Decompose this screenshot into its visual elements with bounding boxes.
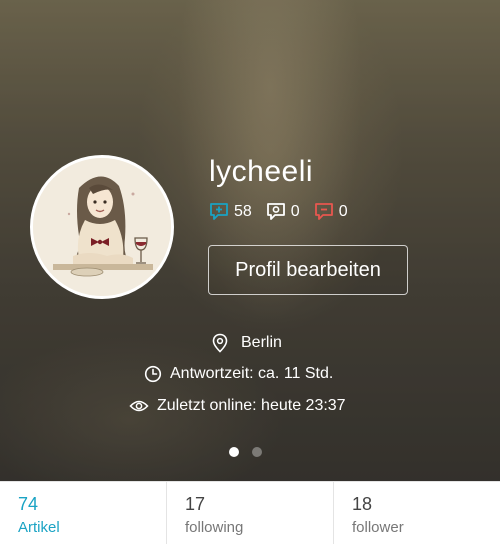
tab-following-count: 17 [185,494,206,514]
stat-negative[interactable]: 0 [314,202,348,221]
avatar[interactable] [30,155,174,299]
stat-neutral[interactable]: 0 [266,202,300,221]
stat-neutral-count: 0 [290,202,300,220]
comment-plus-icon [210,203,228,220]
username: lycheeli [209,155,314,188]
tab-follower-count: 18 [352,494,373,514]
stat-positive-count: 58 [234,202,252,220]
clock-icon [144,365,162,383]
last-online-text: Zuletzt online: heute 23:37 [157,397,346,414]
tab-following-label: following [185,519,244,536]
comment-stats: 58 0 0 [209,202,348,221]
tab-following[interactable]: 17 following [167,482,334,544]
avatar-illustration [33,158,171,296]
response-time-text: Antwortzeit: ca. 11 Std. [170,365,334,382]
last-online-row: Zuletzt online: heute 23:37 [129,397,346,415]
carousel-indicator [229,447,262,457]
location-pin-icon [212,333,228,353]
tab-articles-count: 74 [18,494,39,514]
eye-icon [129,400,149,412]
response-time-row: Antwortzeit: ca. 11 Std. [144,365,333,383]
stat-negative-count: 0 [338,202,348,220]
tab-follower-label: follower [352,519,404,536]
tab-articles-label: Artikel [18,519,60,536]
profile-tabs: 74 Artikel 17 following 18 follower [0,481,500,544]
stat-positive[interactable]: 58 [209,202,252,221]
profile-header: lycheeli 58 0 0 Profil bearbeiten Berlin… [0,0,500,481]
tab-follower[interactable]: 18 follower [334,482,500,544]
tab-articles[interactable]: 74 Artikel [0,482,167,544]
comment-question-icon [266,203,285,220]
location-text: Berlin [241,334,282,351]
carousel-dot[interactable] [252,447,262,457]
location-row: Berlin [211,333,282,353]
comment-minus-icon [314,203,333,220]
carousel-dot-active[interactable] [229,447,239,457]
edit-profile-button[interactable]: Profil bearbeiten [208,245,408,295]
